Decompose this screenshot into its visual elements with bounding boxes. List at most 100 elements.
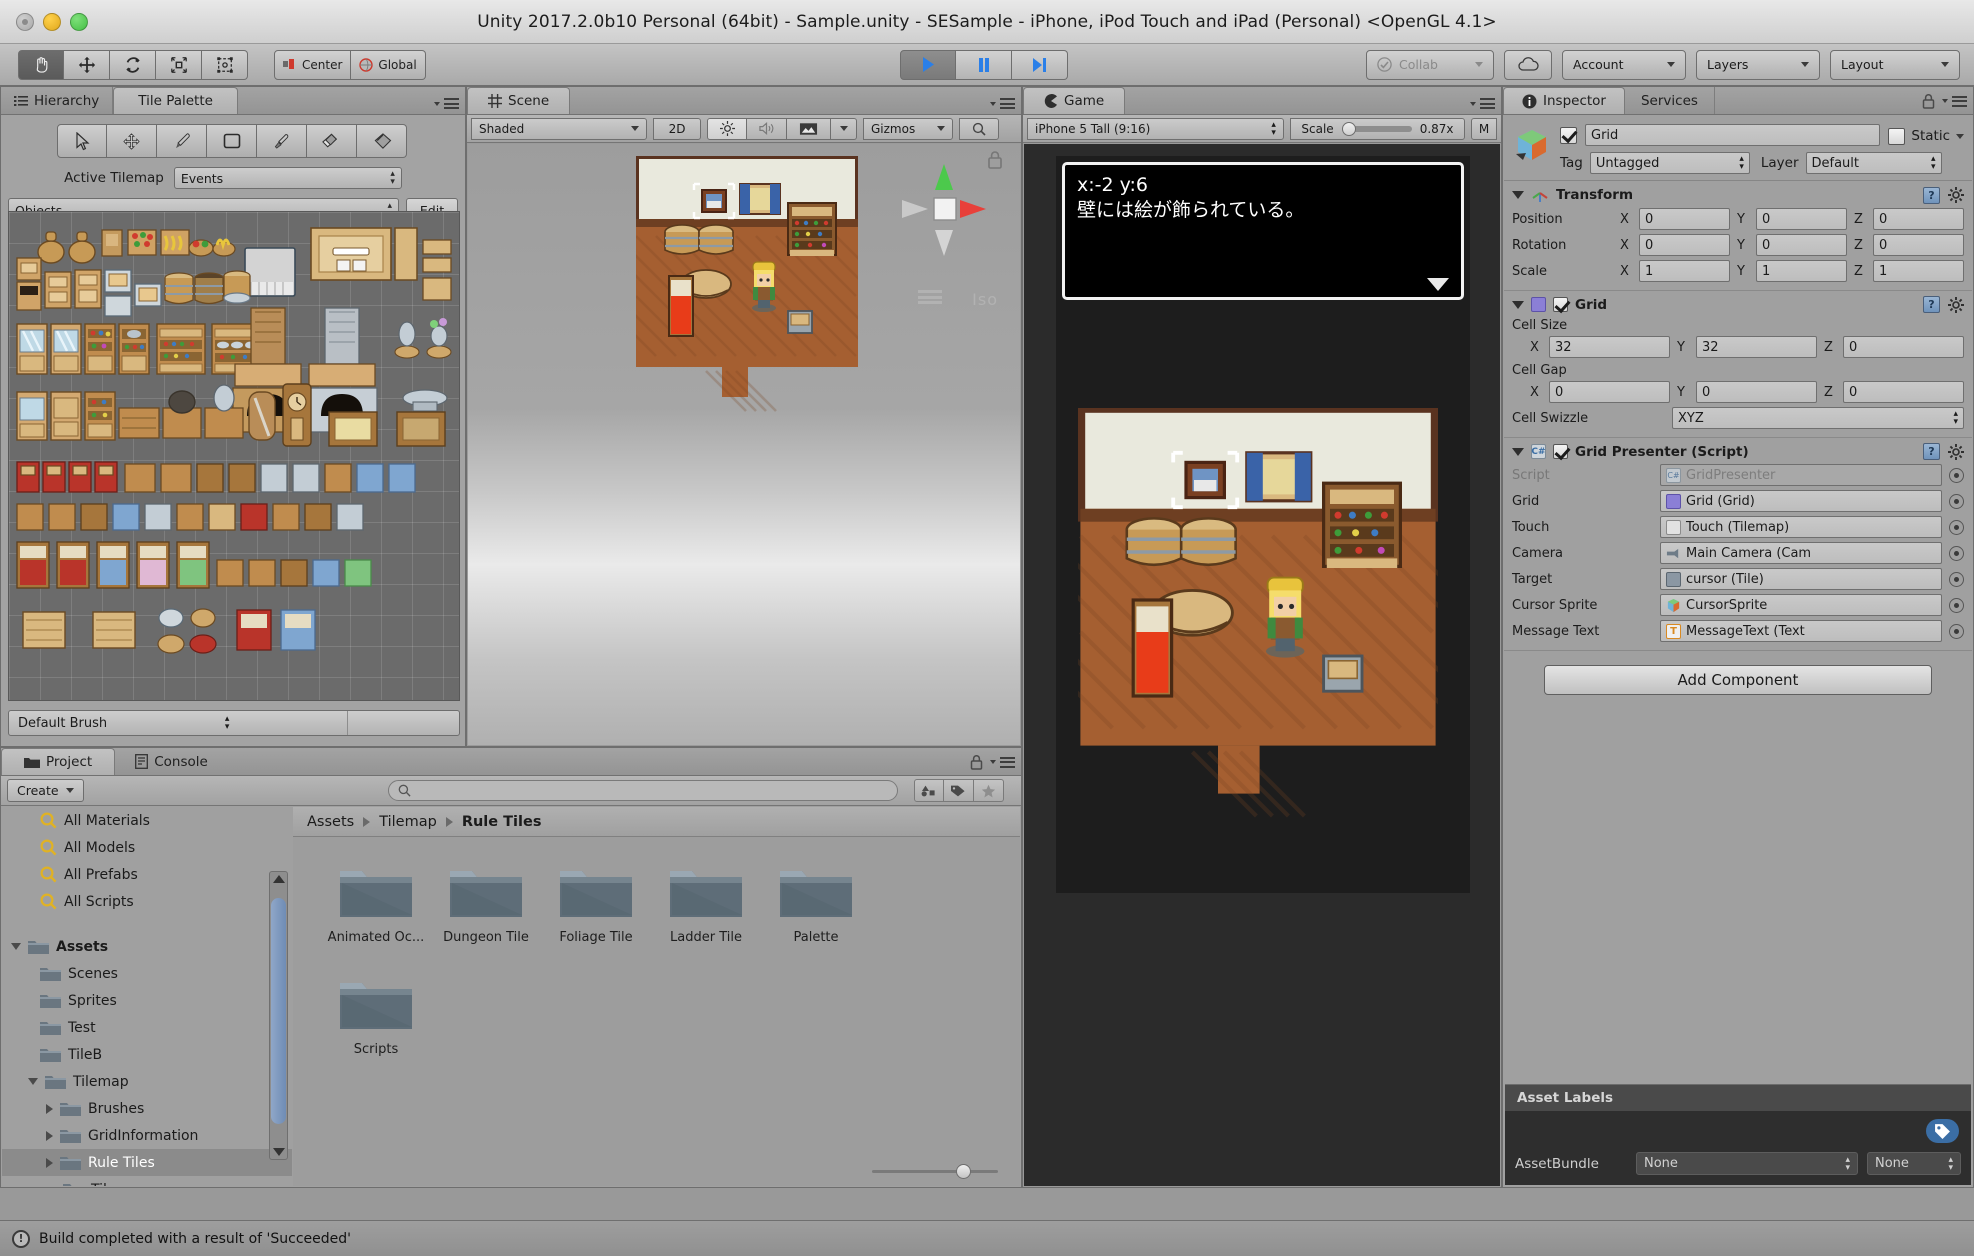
asset-item[interactable]: Dungeon Tile [431,859,541,945]
tile-palette-canvas[interactable] [8,211,460,701]
gameobject-enabled-checkbox[interactable] [1560,126,1577,144]
tab-inspector[interactable]: Inspector [1503,87,1625,114]
layer-dropdown[interactable]: Default ▴ ▾ [1805,152,1942,174]
lighting-toggle-button[interactable] [707,117,747,140]
static-checkbox[interactable] [1888,127,1906,145]
help-icon[interactable]: ? [1923,186,1940,204]
favorites-button[interactable] [973,779,1004,802]
project-menu-button[interactable] [970,754,1015,770]
play-button[interactable] [900,49,956,80]
object-picker-button[interactable] [1949,571,1964,587]
cell-size-x-field[interactable]: 32 [1549,336,1670,358]
tab-services[interactable]: Services [1625,87,1715,114]
grid-header-icons[interactable]: ? [1923,296,1964,313]
assetbundle-variant-dropdown[interactable]: None ▴ ▾ [1867,1152,1961,1175]
project-search-input[interactable] [387,780,898,801]
collapse-triangle-icon[interactable] [1512,447,1524,456]
scale-slider[interactable]: Scale 0.87x [1289,117,1466,140]
tree-item-all-prefabs[interactable]: All Prefabs [2,861,292,888]
collapse-triangle-icon[interactable] [1512,300,1524,309]
rotate-tool-button[interactable] [110,49,156,80]
expander-icon[interactable] [46,1157,53,1168]
tab-tile-palette[interactable]: Tile Palette [113,87,238,114]
position-z-field[interactable]: 0 [1873,208,1964,230]
gear-icon[interactable] [1948,296,1964,313]
script-field[interactable]: C# GridPresenter [1660,464,1942,486]
help-icon[interactable]: ? [1923,296,1940,313]
asset-item[interactable]: Foliage Tile [541,859,651,945]
game-menu-button[interactable] [1470,98,1495,109]
2d-toggle-button[interactable]: 2D [653,117,701,140]
step-button[interactable] [1012,49,1068,80]
project-tree-scrollbar[interactable] [269,871,288,1160]
position-x-field[interactable]: 0 [1639,208,1730,230]
active-tilemap-dropdown[interactable]: Events ▴ ▾ [173,167,402,189]
tree-item-tilemap[interactable]: Tilemap [2,1068,292,1095]
tag-dropdown[interactable]: Untagged ▴ ▾ [1589,152,1750,174]
tree-item-all-scripts[interactable]: All Scripts [2,888,292,915]
tree-item-all-models[interactable]: All Models [2,834,292,861]
tile-palette-menu-button[interactable] [434,98,459,109]
label-filter-button[interactable] [943,779,974,802]
tree-item-brushes[interactable]: Brushes [2,1095,292,1122]
slider-knob[interactable] [956,1163,971,1179]
asset-item[interactable]: Palette [761,859,871,945]
brush-selector[interactable]: Default Brush ▴ ▾ [8,710,460,736]
add-component-button[interactable]: Add Component [1544,665,1932,695]
tree-item-assets[interactable]: Assets [2,933,292,960]
message-text-field[interactable]: T MessageText (Text [1660,620,1942,642]
grid-presenter-header[interactable]: C# Grid Presenter (Script) ? [1512,443,1964,460]
asset-item[interactable]: Ladder Tile [651,859,761,945]
chevron-down-icon[interactable] [1956,133,1964,139]
touch-ref-field[interactable]: Touch (Tilemap) [1660,516,1942,538]
flood-fill-tool-button[interactable] [357,124,407,158]
tab-game[interactable]: Game [1023,87,1126,114]
create-button[interactable]: Create [7,779,84,802]
scale-tool-button[interactable] [156,49,202,80]
asset-type-filter-button[interactable] [913,779,944,802]
gear-icon[interactable] [1948,187,1964,203]
grid-header[interactable]: Grid ? [1512,296,1964,313]
lock-icon[interactable] [970,754,983,770]
gizmo-menu-icon[interactable] [918,290,942,304]
account-button[interactable]: Account [1562,49,1686,80]
target-ref-field[interactable]: cursor (Tile) [1660,568,1942,590]
lock-icon[interactable] [1922,93,1935,109]
expander-icon[interactable] [46,1130,53,1141]
expander-icon[interactable] [28,1078,38,1085]
gameobject-name-field[interactable]: Grid [1585,124,1881,146]
expander-icon[interactable] [11,943,21,950]
project-search-field[interactable] [416,782,888,799]
hand-tool-button[interactable] [18,49,64,80]
layers-button[interactable]: Layers [1696,49,1820,80]
grid-ref-field[interactable]: Grid (Grid) [1660,490,1942,512]
tree-item-all-materials[interactable]: All Materials [2,807,292,834]
static-toggle[interactable]: Static [1888,127,1964,145]
collab-button[interactable]: Collab [1366,49,1494,80]
grid-presenter-header-icons[interactable]: ? [1923,443,1964,460]
scene-menu-button[interactable] [990,98,1015,109]
status-bar[interactable]: ! Build completed with a result of 'Succ… [0,1220,1974,1256]
transform-tools-group[interactable] [18,49,248,80]
inspector-menu-button[interactable] [1922,93,1967,109]
breadcrumb-tilemap[interactable]: Tilemap [379,814,437,830]
asset-zoom-slider[interactable] [872,1163,998,1179]
cell-gap-z-field[interactable]: 0 [1843,381,1964,403]
cell-size-y-field[interactable]: 32 [1696,336,1817,358]
position-y-field[interactable]: 0 [1756,208,1847,230]
tree-item-rule-tiles[interactable]: Rule Tiles [2,1149,292,1176]
rotation-y-field[interactable]: 0 [1756,234,1847,256]
pause-button[interactable] [956,49,1012,80]
object-picker-button[interactable] [1949,545,1964,561]
object-picker-button[interactable] [1949,467,1964,483]
tree-item-scenes[interactable]: Scenes [2,960,292,987]
cell-swizzle-dropdown[interactable]: XYZ ▴ ▾ [1672,407,1964,429]
tab-project[interactable]: Project [1,748,116,775]
fx-dropdown-button[interactable] [831,117,857,140]
tab-console[interactable]: Console [115,748,228,775]
scene-view-gizmo[interactable] [900,162,988,260]
paint-brush-tool-button[interactable] [157,124,207,158]
breadcrumb-assets[interactable]: Assets [307,814,354,830]
scale-y-field[interactable]: 1 [1756,260,1847,282]
object-picker-button[interactable] [1949,519,1964,535]
